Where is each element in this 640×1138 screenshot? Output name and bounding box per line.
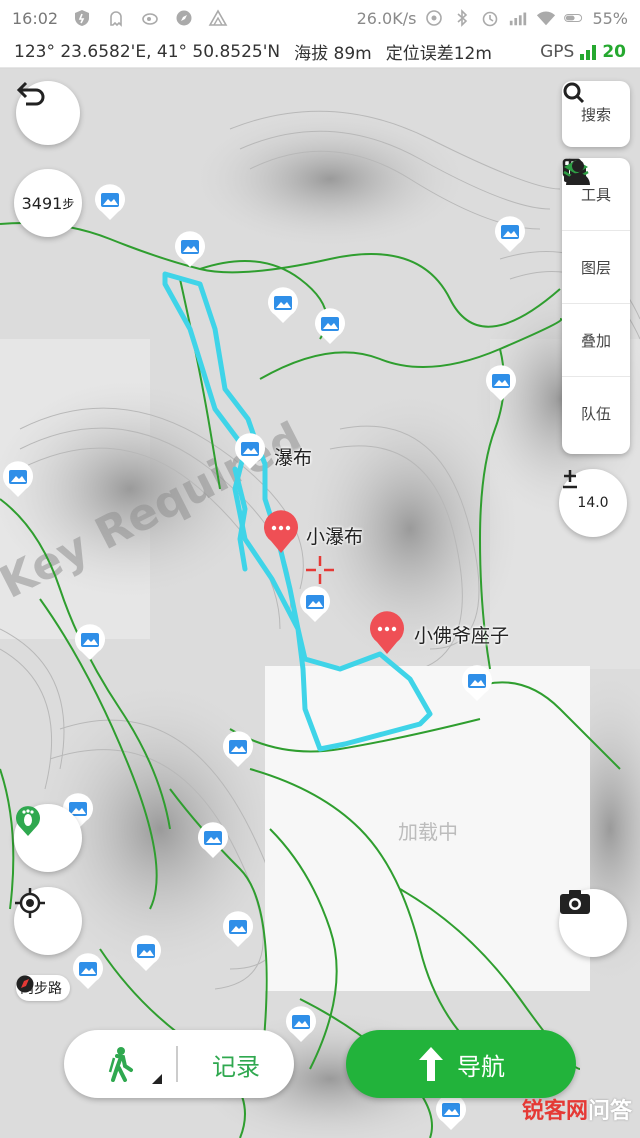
gps-signal-icon [580, 44, 597, 60]
compass-badge[interactable]: 两步路 [16, 975, 70, 1001]
photo-marker[interactable] [128, 933, 164, 971]
gps-satellite-count: 20 [602, 41, 626, 62]
battery-icon [564, 8, 584, 28]
search-label: 搜索 [580, 105, 611, 124]
battery-percent: 55% [592, 8, 628, 28]
navigate-arrow-icon [419, 1047, 443, 1081]
team-label: 队伍 [580, 404, 611, 423]
undo-arrow-icon [16, 81, 45, 106]
network-speed: 26.0K/s [356, 8, 417, 28]
compass-arrow-icon [16, 975, 34, 993]
site-watermark-suffix: 问答 [587, 1099, 632, 1124]
photo-marker[interactable] [265, 285, 301, 323]
photo-marker[interactable] [72, 622, 108, 660]
triangle-icon [208, 8, 228, 28]
map-view[interactable]: 加载中 Key Required 小瀑布 小佛爷座子 瀑布 3491 步 搜索 … [0, 69, 640, 1138]
photo-marker[interactable] [297, 584, 333, 622]
footprint-icon [16, 806, 40, 836]
team-people-icon [566, 160, 590, 185]
photo-marker[interactable] [492, 214, 528, 252]
step-count: 3491 [21, 193, 63, 213]
photo-marker[interactable] [232, 431, 268, 469]
layers-label: 图层 [580, 258, 611, 277]
photo-marker[interactable] [195, 820, 231, 858]
waypoint-pin-icon[interactable] [262, 509, 300, 555]
hd-signal-icon [508, 8, 528, 28]
search-button[interactable]: 搜索 [562, 81, 630, 147]
navigate-button[interactable]: 导航 [346, 1030, 576, 1098]
status-time: 16:02 [12, 8, 59, 28]
tile-loading-text: 加载中 [398, 820, 458, 844]
layers-button[interactable]: 图层 [562, 158, 630, 304]
navigate-label: 导航 [457, 1052, 505, 1081]
location-info-bar: 123° 23.6582'E, 41° 50.8525'N 海拔 89m 定位误… [0, 36, 640, 68]
overlay-label: 叠加 [580, 331, 611, 350]
accuracy-text: 定位误差12m [385, 44, 492, 64]
record-button[interactable]: 记录 [178, 1047, 294, 1082]
zoom-level-value: 14.0 [577, 495, 609, 511]
location-icon [424, 8, 444, 28]
photo-marker[interactable] [0, 459, 36, 497]
photo-marker[interactable] [70, 951, 106, 989]
photo-marker[interactable] [220, 909, 256, 947]
crosshair-locate-icon [15, 888, 45, 918]
search-icon [563, 82, 585, 104]
gps-status: GPS 20 [540, 42, 626, 62]
back-button[interactable] [16, 81, 80, 145]
footprint-button[interactable] [14, 804, 82, 872]
photo-marker[interactable] [220, 729, 256, 767]
poi-label-small-waterfall[interactable]: 小瀑布 [306, 522, 363, 549]
step-counter[interactable]: 3491 步 [14, 169, 82, 237]
tools-label: 工具 [580, 185, 611, 204]
status-bar: 16:02 26.0K/s 55% [0, 0, 640, 36]
team-button[interactable]: 队伍 [562, 160, 630, 449]
coordinates-text: 123° 23.6582'E, 41° 50.8525'N [14, 41, 281, 62]
activity-type-button[interactable] [64, 1030, 176, 1098]
site-watermark: 锐客网问答 [522, 1093, 632, 1125]
photo-marker[interactable] [312, 306, 348, 344]
overlay-button[interactable]: 叠加 [562, 160, 630, 377]
record-bar[interactable]: 记录 [64, 1030, 294, 1098]
photo-marker[interactable] [172, 229, 208, 267]
step-unit: 步 [62, 196, 75, 211]
gps-label: GPS [540, 41, 575, 62]
bluetooth-icon [452, 8, 472, 28]
altitude-text: 海拔 89m [294, 44, 372, 64]
photo-marker[interactable] [459, 663, 495, 701]
wifi-icon [536, 8, 556, 28]
waypoint-pin-icon[interactable] [368, 610, 406, 656]
locate-button[interactable] [14, 887, 82, 955]
map-tools-panel: 工具 图层 叠加 队伍 [562, 158, 630, 454]
photo-marker[interactable] [92, 182, 128, 220]
search-panel[interactable]: 搜索 [562, 81, 630, 147]
zoom-level-button[interactable]: 14.0 [559, 469, 627, 537]
ghost-icon [106, 8, 126, 28]
alarm-icon [480, 8, 500, 28]
photo-marker[interactable] [283, 1004, 319, 1042]
dropdown-triangle-icon [152, 1074, 162, 1084]
shield-icon [72, 8, 92, 28]
site-watermark-brand: 锐客网 [521, 1099, 588, 1124]
camera-button[interactable] [559, 889, 627, 957]
poi-label-waterfall[interactable]: 瀑布 [274, 443, 312, 470]
photo-marker[interactable] [483, 363, 519, 401]
camera-icon [560, 890, 590, 914]
poi-label-buddha-seat[interactable]: 小佛爷座子 [414, 621, 509, 648]
plus-minus-icon [563, 470, 577, 489]
weibo-icon [140, 8, 160, 28]
hiking-icon [108, 1047, 133, 1082]
compass-icon [174, 8, 194, 28]
